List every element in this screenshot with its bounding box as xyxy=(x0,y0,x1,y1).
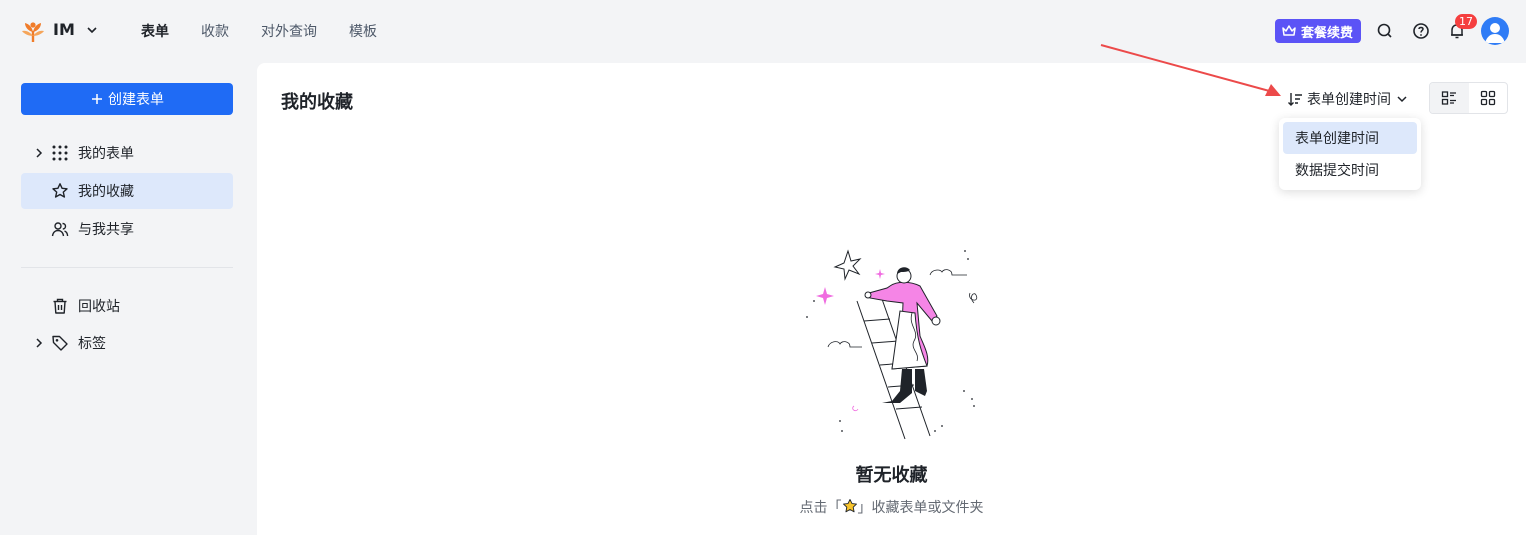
sidebar-item-label: 标签 xyxy=(78,336,106,352)
empty-state-description: 点击「 」收藏表单或文件夹 xyxy=(257,497,1526,517)
list-view-button[interactable] xyxy=(1430,83,1469,113)
notification-badge: 17 xyxy=(1455,14,1477,29)
sidebar-item-label: 我的收藏 xyxy=(78,184,134,200)
top-bar: IM 表单 收款 对外查询 模板 套餐续费 17 xyxy=(0,0,1526,62)
avatar[interactable] xyxy=(1481,17,1509,45)
sort-menu: 表单创建时间 数据提交时间 xyxy=(1279,118,1421,190)
view-toggle xyxy=(1429,82,1508,114)
nav-tab-public-query[interactable]: 对外查询 xyxy=(261,21,317,41)
star-icon xyxy=(842,499,857,513)
renew-plan-label: 套餐续费 xyxy=(1301,25,1354,41)
tag-icon xyxy=(52,335,68,351)
search-icon[interactable] xyxy=(1375,21,1395,41)
sidebar-item-trash[interactable]: 回收站 xyxy=(21,288,233,324)
sidebar-item-label: 与我共享 xyxy=(78,222,134,238)
chevron-right-icon[interactable] xyxy=(33,337,45,349)
chevron-down-icon xyxy=(1397,96,1407,103)
empty-desc-suffix: 」收藏表单或文件夹 xyxy=(857,500,984,516)
empty-desc-prefix: 点击「 xyxy=(799,500,842,516)
plus-icon xyxy=(92,94,102,104)
sort-option-created-time[interactable]: 表单创建时间 xyxy=(1283,122,1417,154)
grid-view-icon xyxy=(1480,90,1495,106)
logo-icon[interactable] xyxy=(20,18,46,44)
sidebar-divider xyxy=(21,267,233,268)
trash-icon xyxy=(53,298,67,314)
sort-option-submitted-time[interactable]: 数据提交时间 xyxy=(1283,154,1417,186)
sort-dropdown[interactable]: 表单创建时间 xyxy=(1287,89,1409,109)
crown-icon xyxy=(1282,25,1296,36)
annotation-arrow xyxy=(1100,44,1281,96)
chevron-down-icon[interactable] xyxy=(85,23,99,37)
create-form-label: 创建表单 xyxy=(108,92,164,108)
sidebar-item-favorites[interactable]: 我的收藏 xyxy=(21,173,233,209)
sort-label: 表单创建时间 xyxy=(1307,92,1391,108)
nav-tab-payments[interactable]: 收款 xyxy=(201,21,229,41)
star-icon xyxy=(52,183,68,198)
list-view-icon xyxy=(1442,91,1457,105)
main-panel: 我的收藏 表单创建时间 表单创建时间 数据提交时间 暂无收藏 点击「 」收藏表单… xyxy=(257,63,1526,535)
user-avatar-icon xyxy=(1485,23,1505,43)
sidebar-item-shared[interactable]: 与我共享 xyxy=(21,211,233,247)
empty-state-illustration xyxy=(806,249,978,440)
sidebar-item-label: 我的表单 xyxy=(78,146,134,162)
users-icon xyxy=(51,222,69,237)
empty-state-title: 暂无收藏 xyxy=(855,465,928,486)
page-title: 我的收藏 xyxy=(281,92,353,113)
chevron-right-icon[interactable] xyxy=(33,147,45,159)
grid-dots-icon xyxy=(52,145,68,161)
sidebar-item-my-forms[interactable]: 我的表单 xyxy=(21,135,233,171)
org-name[interactable]: IM xyxy=(53,20,75,39)
help-icon[interactable] xyxy=(1411,21,1431,41)
sidebar-item-label: 回收站 xyxy=(78,299,120,315)
create-form-button[interactable]: 创建表单 xyxy=(21,83,233,115)
nav-tab-forms[interactable]: 表单 xyxy=(141,21,169,41)
nav-tab-templates[interactable]: 模板 xyxy=(349,21,377,41)
sidebar-item-tags[interactable]: 标签 xyxy=(21,325,233,361)
grid-view-button[interactable] xyxy=(1469,83,1508,113)
